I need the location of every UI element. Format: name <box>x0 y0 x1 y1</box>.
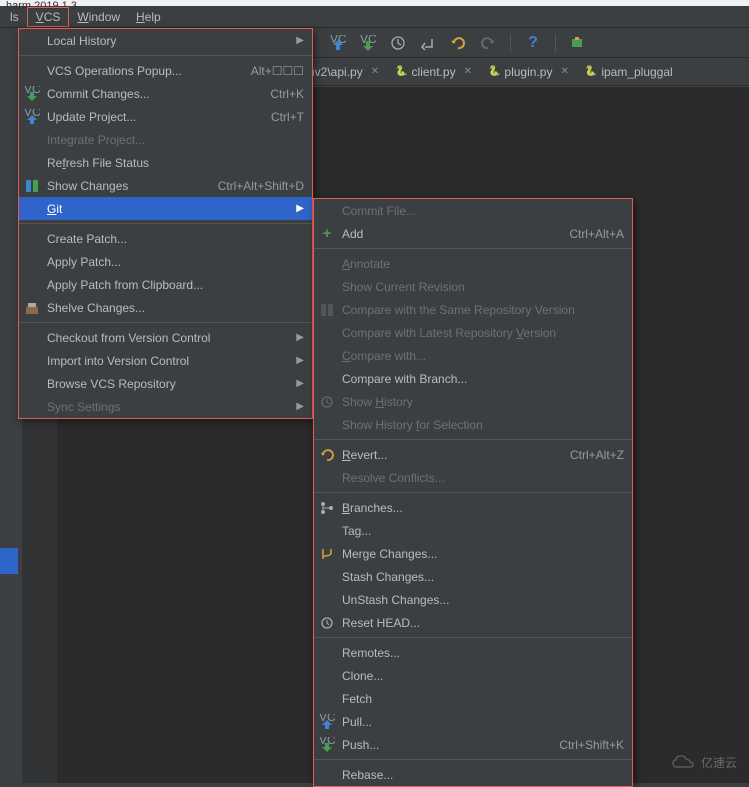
python-icon: 🐍 <box>488 66 500 77</box>
close-icon[interactable]: ✕ <box>464 66 472 77</box>
separator <box>314 759 632 760</box>
history-icon[interactable] <box>390 35 406 51</box>
menu-merge[interactable]: Merge Changes... <box>314 542 632 565</box>
watermark: 亿速云 <box>671 753 737 771</box>
history-icon <box>319 394 335 410</box>
separator <box>19 223 312 224</box>
menu-shelve[interactable]: Shelve Changes... <box>19 296 312 319</box>
help-icon[interactable]: ? <box>525 35 541 51</box>
menu-fetch[interactable]: Fetch <box>314 687 632 710</box>
menu-refresh[interactable]: Refresh File Status <box>19 151 312 174</box>
menu-pull[interactable]: VCSPull... <box>314 710 632 733</box>
menu-git[interactable]: Git▶ <box>19 197 312 220</box>
menu-show-changes[interactable]: Show ChangesCtrl+Alt+Shift+D <box>19 174 312 197</box>
menubar-item-vcs[interactable]: VCS <box>27 7 70 27</box>
vcs-update-icon[interactable]: VCS <box>330 35 346 51</box>
python-icon: 🐍 <box>395 66 407 77</box>
menubar-item-help[interactable]: Help <box>128 8 169 26</box>
menu-checkout[interactable]: Checkout from Version Control▶ <box>19 326 312 349</box>
undo-icon[interactable] <box>450 35 466 51</box>
separator <box>19 55 312 56</box>
python-icon: 🐍 <box>585 66 597 77</box>
menu-commit-file: Commit File... <box>314 199 632 222</box>
deploy-icon[interactable] <box>570 35 586 51</box>
menu-import[interactable]: Import into Version Control▶ <box>19 349 312 372</box>
menubar-item-window[interactable]: Window <box>69 8 128 26</box>
chevron-right-icon: ▶ <box>296 35 304 46</box>
menu-integrate: Integrate Project... <box>19 128 312 151</box>
vcs-commit-icon[interactable]: VCS <box>360 35 376 51</box>
tab-plugin[interactable]: 🐍plugin.py✕ <box>480 58 577 85</box>
menu-cmp-with: Compare with... <box>314 344 632 367</box>
menu-push[interactable]: VCSPush...Ctrl+Shift+K <box>314 733 632 756</box>
vcs-push-icon: VCS <box>319 737 335 753</box>
close-icon[interactable]: ✕ <box>560 66 568 77</box>
chevron-right-icon: ▶ <box>296 332 304 343</box>
close-icon[interactable]: ✕ <box>371 66 379 77</box>
tab-ipam[interactable]: 🐍ipam_pluggal <box>577 58 681 85</box>
plus-icon: + <box>319 226 335 242</box>
chevron-right-icon: ▶ <box>296 355 304 366</box>
tab-api[interactable]: nv2\api.py✕ <box>300 58 387 85</box>
vcs-menu: Local History▶ VCS Operations Popup...Al… <box>18 28 313 419</box>
diff-icon <box>24 178 40 194</box>
menu-show-hist: Show History <box>314 390 632 413</box>
chevron-right-icon: ▶ <box>296 378 304 389</box>
menu-remotes[interactable]: Remotes... <box>314 641 632 664</box>
rollback-icon[interactable] <box>420 35 436 51</box>
diff-icon <box>319 302 335 318</box>
menu-commit[interactable]: VCSCommit Changes...Ctrl+K <box>19 82 312 105</box>
chevron-right-icon: ▶ <box>296 401 304 412</box>
vcs-commit-icon: VCS <box>24 86 40 102</box>
reset-icon <box>319 615 335 631</box>
menu-cmp-same: Compare with the Same Repository Version <box>314 298 632 321</box>
redo-icon[interactable] <box>480 35 496 51</box>
chevron-right-icon: ▶ <box>296 203 304 214</box>
menu-create-patch[interactable]: Create Patch... <box>19 227 312 250</box>
menu-branches[interactable]: Branches... <box>314 496 632 519</box>
separator <box>314 492 632 493</box>
separator <box>314 637 632 638</box>
revert-icon <box>319 447 335 463</box>
menu-show-hist-sel: Show History for Selection <box>314 413 632 436</box>
menu-browse[interactable]: Browse VCS Repository▶ <box>19 372 312 395</box>
shelve-icon <box>24 300 40 316</box>
menu-apply-clip[interactable]: Apply Patch from Clipboard... <box>19 273 312 296</box>
menu-resolve: Resolve Conflicts... <box>314 466 632 489</box>
menu-show-cur: Show Current Revision <box>314 275 632 298</box>
menu-apply-patch[interactable]: Apply Patch... <box>19 250 312 273</box>
git-submenu: Commit File... +AddCtrl+Alt+A Annotate S… <box>313 198 633 787</box>
menubar: ls VCS Window Help <box>0 6 749 28</box>
menu-cmp-latest: Compare with Latest Repository Version <box>314 321 632 344</box>
separator <box>314 248 632 249</box>
menu-stash[interactable]: Stash Changes... <box>314 565 632 588</box>
menubar-item-ls[interactable]: ls <box>2 8 27 26</box>
vcs-pull-icon: VCS <box>319 714 335 730</box>
menu-vcs-ops[interactable]: VCS Operations Popup...Alt+☐☐☐ <box>19 59 312 82</box>
separator <box>19 322 312 323</box>
menu-clone[interactable]: Clone... <box>314 664 632 687</box>
menu-local-history[interactable]: Local History▶ <box>19 29 312 52</box>
menu-unstash[interactable]: UnStash Changes... <box>314 588 632 611</box>
menu-update[interactable]: VCSUpdate Project...Ctrl+T <box>19 105 312 128</box>
tab-client[interactable]: 🐍client.py✕ <box>387 58 480 85</box>
vcs-update-icon: VCS <box>24 109 40 125</box>
menu-sync[interactable]: Sync Settings▶ <box>19 395 312 418</box>
menu-tag[interactable]: Tag... <box>314 519 632 542</box>
merge-icon <box>319 546 335 562</box>
menu-cmp-branch[interactable]: Compare with Branch... <box>314 367 632 390</box>
separator <box>314 439 632 440</box>
cloud-icon <box>671 753 695 771</box>
menu-add[interactable]: +AddCtrl+Alt+A <box>314 222 632 245</box>
tool-window-stripe[interactable] <box>0 548 18 574</box>
menu-reset[interactable]: Reset HEAD... <box>314 611 632 634</box>
menu-annotate: Annotate <box>314 252 632 275</box>
menu-revert[interactable]: Revert...Ctrl+Alt+Z <box>314 443 632 466</box>
branch-icon <box>319 500 335 516</box>
